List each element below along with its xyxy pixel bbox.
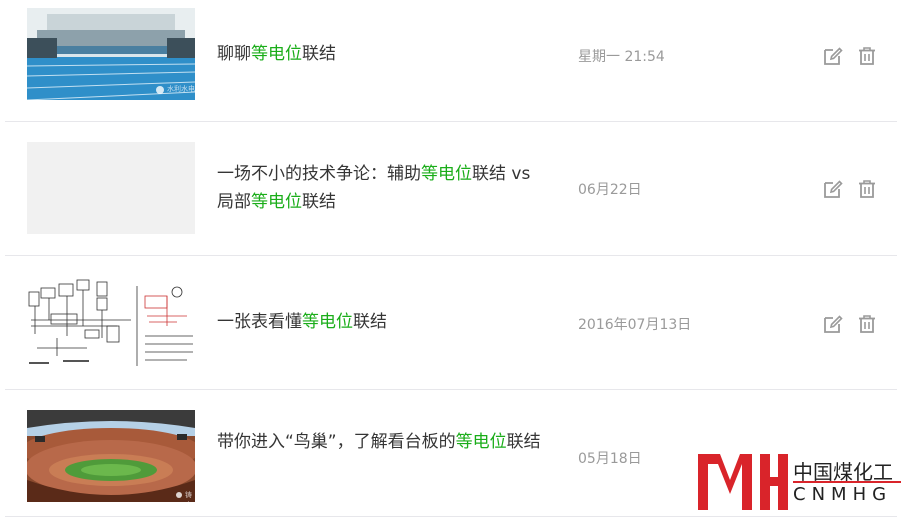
thumbnail-watermark: 铸安 <box>185 491 192 502</box>
title-keyword: 等电位 <box>251 44 302 64</box>
article-title[interactable]: 聊聊等电位联结 <box>217 40 547 68</box>
article-thumbnail[interactable] <box>27 142 195 234</box>
title-text: 联结 <box>302 192 336 212</box>
thumbnail-placeholder <box>27 142 195 234</box>
title-text: 联结 <box>353 312 387 332</box>
trash-icon <box>859 47 875 65</box>
article-thumbnail[interactable]: 铸安 <box>27 410 195 502</box>
title-text: 带你进入“鸟巢”，了解看台板的 <box>217 432 456 452</box>
brand-logo: 中国煤化工 CNMHG <box>696 446 903 516</box>
title-text: 一场不小的技术争论：辅助 <box>217 164 421 184</box>
article-thumbnail[interactable] <box>27 276 195 368</box>
list-item[interactable]: 一张表看懂等电位联结 2016年07月13日 <box>5 256 897 390</box>
article-date: 06月22日 <box>578 182 642 198</box>
list-item[interactable]: 一场不小的技术争论：辅助等电位联结 vs 局部等电位联结 06月22日 <box>5 122 897 256</box>
article-title[interactable]: 一场不小的技术争论：辅助等电位联结 vs 局部等电位联结 <box>217 160 547 216</box>
article-date: 星期一 21:54 <box>578 49 665 65</box>
title-text: 一张表看懂 <box>217 312 302 332</box>
title-keyword: 等电位 <box>421 164 472 184</box>
trash-icon <box>859 315 875 333</box>
article-title[interactable]: 带你进入“鸟巢”，了解看台板的等电位联结 <box>217 428 547 456</box>
article-list: 水利水电 聊聊等电位联结 星期一 21:54 一场不小的技术争论：辅助等电位联结… <box>0 0 903 517</box>
title-text: 联结 <box>506 432 541 452</box>
thumbnail-watermark: 水利水电 <box>167 85 195 93</box>
delete-button[interactable] <box>856 313 878 335</box>
title-text: 聊聊 <box>217 44 251 64</box>
article-thumbnail[interactable]: 水利水电 <box>27 8 195 100</box>
logo-subtitle: CNMHG <box>793 484 893 505</box>
article-title[interactable]: 一张表看懂等电位联结 <box>217 308 547 336</box>
edit-icon <box>824 180 843 198</box>
logo-divider <box>793 481 901 483</box>
wiring-diagram-image <box>27 276 195 368</box>
title-keyword: 等电位 <box>455 432 507 452</box>
edit-icon <box>824 47 843 65</box>
logo-mark <box>698 454 788 510</box>
article-date: 05月18日 <box>578 451 642 467</box>
stadium-image <box>27 410 195 502</box>
article-date: 2016年07月13日 <box>578 317 692 333</box>
title-keyword: 等电位 <box>251 192 302 212</box>
edit-button[interactable] <box>822 45 844 67</box>
edit-button[interactable] <box>822 313 844 335</box>
list-item[interactable]: 水利水电 聊聊等电位联结 星期一 21:54 <box>5 0 897 122</box>
title-keyword: 等电位 <box>302 312 353 332</box>
trash-icon <box>859 180 875 198</box>
delete-button[interactable] <box>856 45 878 67</box>
title-text: 联结 <box>302 44 336 64</box>
edit-button[interactable] <box>822 178 844 200</box>
edit-icon <box>824 315 843 333</box>
delete-button[interactable] <box>856 178 878 200</box>
